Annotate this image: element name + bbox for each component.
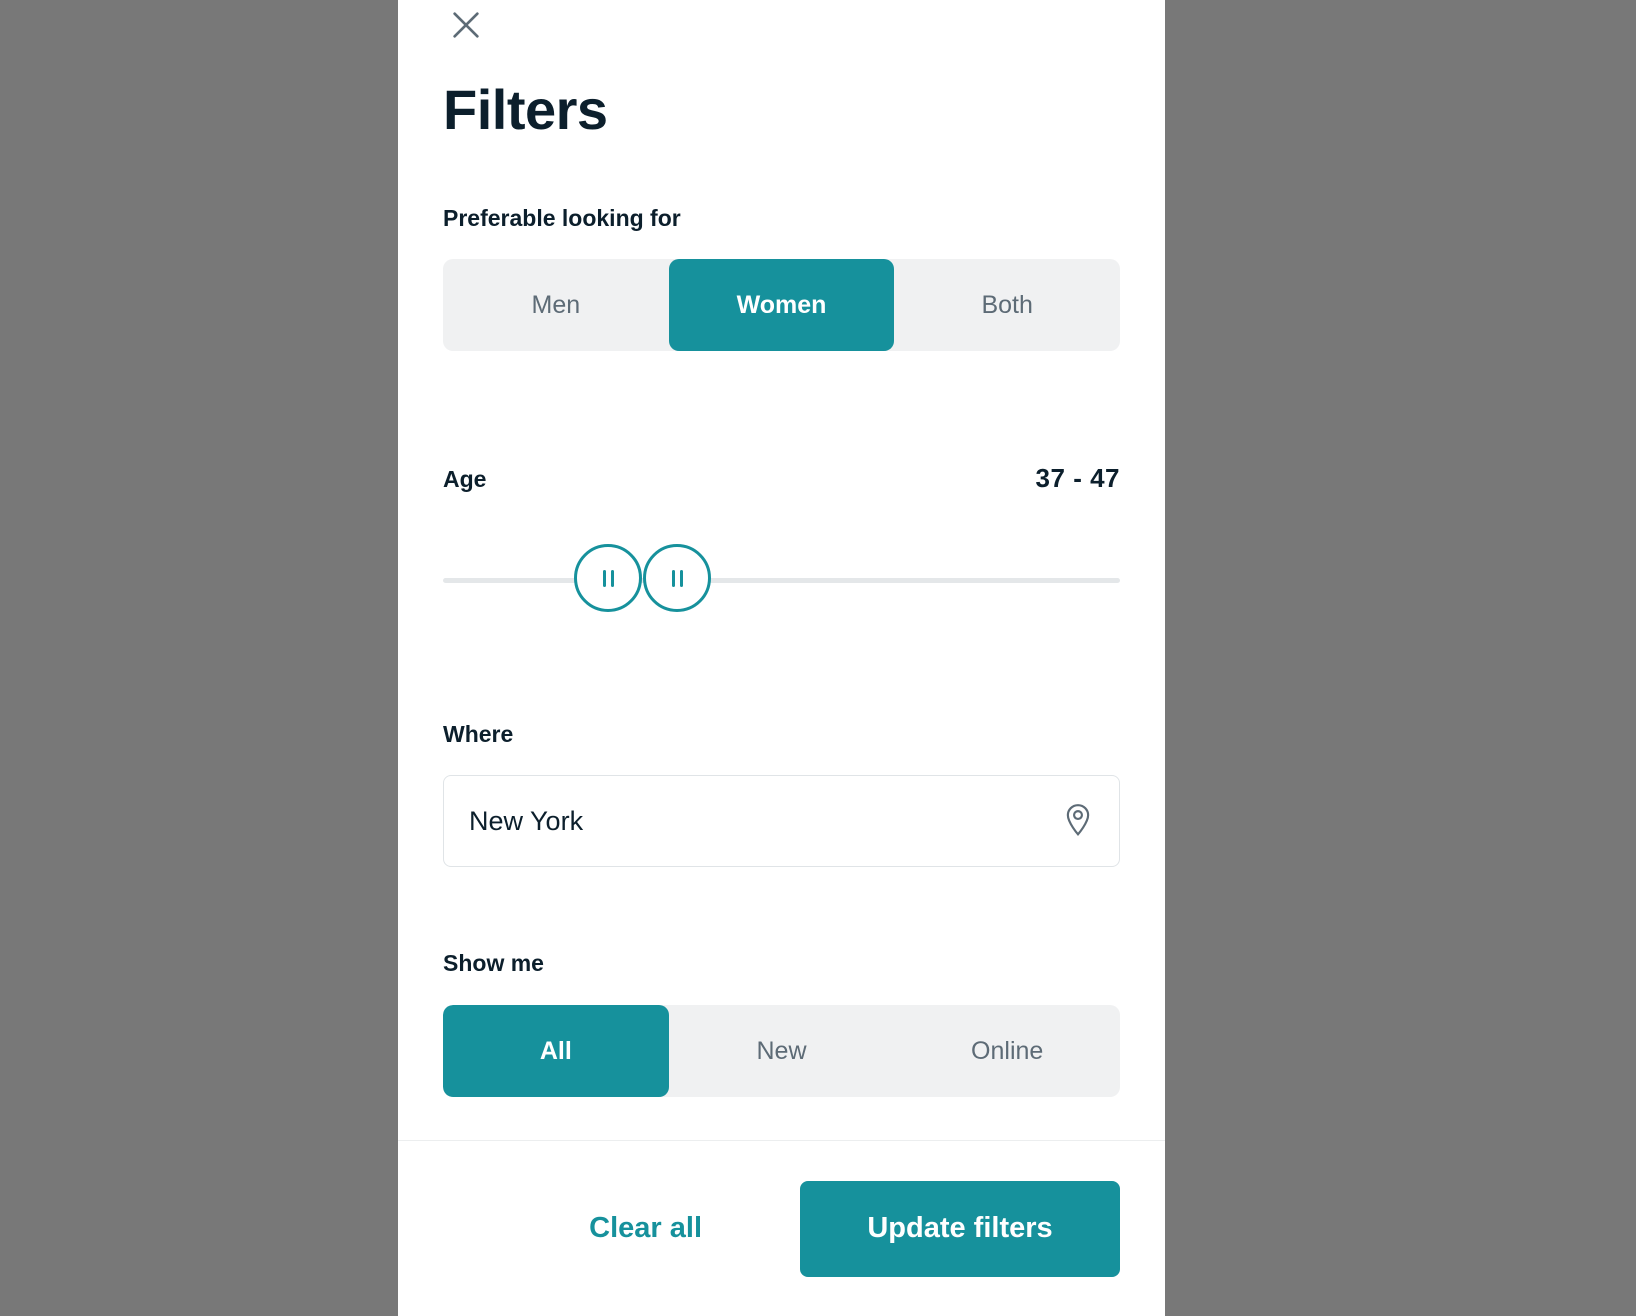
clear-all-button[interactable]: Clear all [549,1192,742,1265]
drag-grip-icon [602,569,606,587]
age-value: 37 - 47 [1035,463,1120,493]
segment-both[interactable]: Both [894,259,1120,351]
location-value: New York [469,805,584,836]
age-header: Age 37 - 47 [443,463,1120,494]
where-label: Where [443,721,514,747]
age-slider-min-handle[interactable] [574,544,642,612]
filters-scroll-area: Filters Preferable looking for Men Women… [398,0,1165,1140]
page-title: Filters [443,78,608,141]
age-range-slider[interactable] [443,530,1120,630]
segment-men[interactable]: Men [443,259,669,351]
drag-grip-icon [679,569,683,587]
show-me-section: Show me All New Online [443,949,1120,1097]
age-slider-max-handle[interactable] [643,544,711,612]
segment-online[interactable]: Online [894,1005,1120,1097]
update-filters-button[interactable]: Update filters [800,1180,1120,1277]
segment-all[interactable]: All [443,1005,669,1097]
preferable-segmented-control: Men Women Both [443,259,1120,351]
show-me-segmented-control: All New Online [443,1005,1120,1097]
age-label: Age [443,466,487,492]
segment-new[interactable]: New [669,1005,895,1097]
drag-grip-icon [671,569,675,587]
preferable-label: Preferable looking for [443,205,681,231]
age-section: Age 37 - 47 [443,463,1120,630]
filters-footer: Clear all Update filters [398,1141,1165,1316]
map-pin-icon[interactable] [1061,802,1095,840]
drag-grip-icon [610,569,614,587]
location-field[interactable]: New York [443,775,1120,867]
show-me-label: Show me [443,950,544,976]
close-button[interactable] [443,2,489,48]
segment-women[interactable]: Women [668,259,895,351]
filters-modal: Filters Preferable looking for Men Women… [398,0,1165,1316]
where-section: Where New York [443,720,1120,867]
slider-track[interactable] [443,578,1120,583]
close-icon [449,8,483,42]
